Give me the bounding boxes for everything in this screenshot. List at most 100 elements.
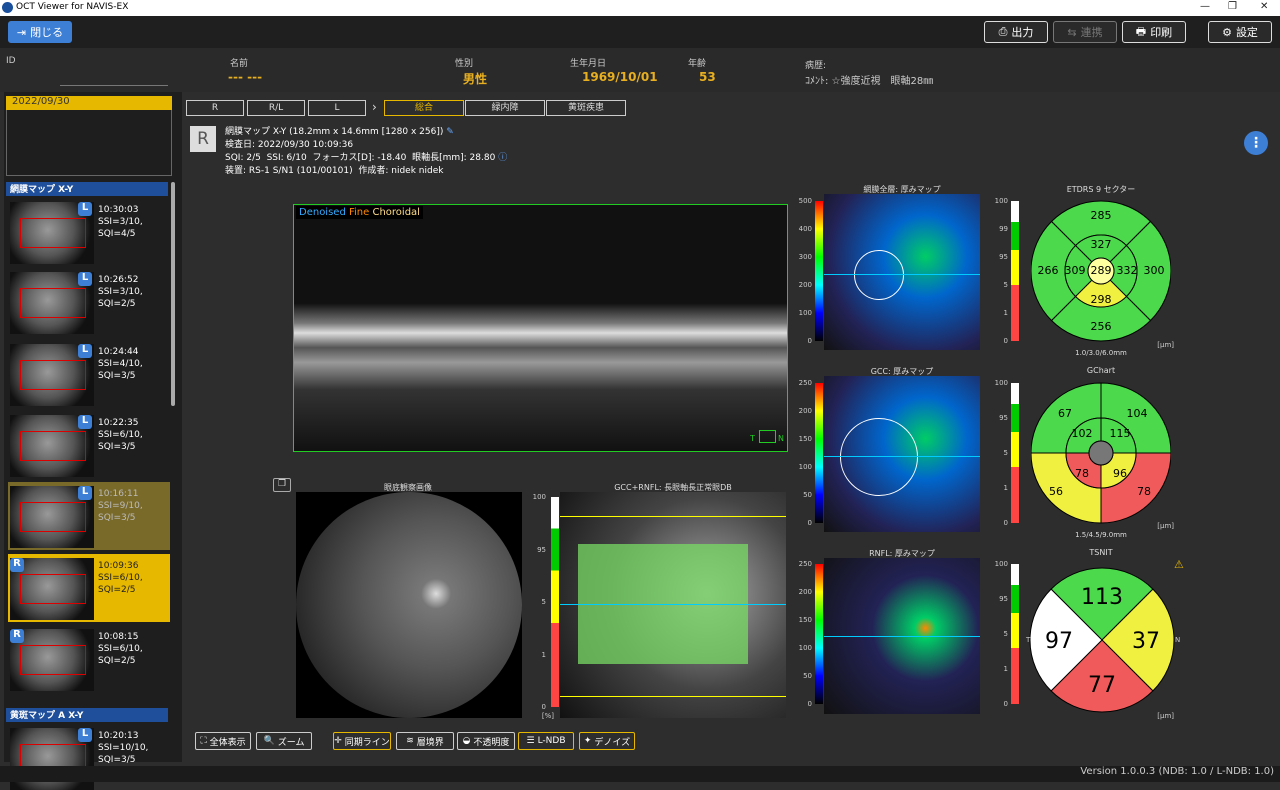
sidebar-scrollbar[interactable] xyxy=(171,182,175,406)
thumbnail-ssi: SSI=3/10, xyxy=(98,287,143,297)
gcc-thickness-map[interactable] xyxy=(824,376,980,532)
tab-macula[interactable]: 黄斑疾患 xyxy=(546,100,626,116)
thumbnail-info: 10:20:13 SSI=10/10, SQI=3/5 xyxy=(98,730,148,766)
thumbnail-item[interactable]: R 10:08:15 SSI=6/10, SQI=2/5 xyxy=(8,625,170,693)
bscan-mode-label: Denoised Fine Choroidal xyxy=(296,206,423,219)
sector-value: 285 xyxy=(1091,209,1112,222)
thumbnail-item[interactable]: L 10:26:52 SSI=3/10, SQI=2/5 xyxy=(8,268,170,336)
export-icon: ⎙ xyxy=(998,25,1008,38)
orientation-box-icon xyxy=(759,430,776,443)
rnfl-thickness-map[interactable] xyxy=(824,558,980,714)
sector-value: 67 xyxy=(1058,407,1072,420)
link-button[interactable]: ⇆ 連携 xyxy=(1053,21,1117,43)
thumbnail-item[interactable]: L 10:22:35 SSI=6/10, SQI=3/5 xyxy=(8,411,170,479)
thumbnail-item[interactable]: L 10:20:13 SSI=10/10, SQI=3/5 xyxy=(8,724,170,790)
info-icon[interactable]: ⓘ xyxy=(498,153,507,163)
tick-label: 200 xyxy=(798,588,812,596)
more-options-icon[interactable]: ⋮ xyxy=(1244,131,1268,155)
opacity-button[interactable]: ◒ 不透明度 xyxy=(457,732,515,750)
sector-value: 256 xyxy=(1091,320,1112,333)
expand-icon: ⛶ xyxy=(200,736,207,746)
layer-boundary-button[interactable]: ≋ 層境界 xyxy=(396,732,454,750)
bscan-image[interactable] xyxy=(293,204,788,452)
thumbnail-item[interactable]: L 10:24:44 SSI=4/10, SQI=3/5 xyxy=(8,340,170,408)
full-thickness-map[interactable] xyxy=(824,194,980,350)
gallery-icon[interactable]: ❐ xyxy=(273,478,291,492)
tick-label: 100 xyxy=(798,463,812,471)
sync-line-button[interactable]: ✛ 同期ライン xyxy=(333,732,391,750)
fundus-image[interactable] xyxy=(296,492,522,718)
thumbnail-time: 10:20:13 xyxy=(98,731,139,741)
tab-glaucoma[interactable]: 緑内障 xyxy=(465,100,545,116)
thumbnail-time: 10:09:36 xyxy=(98,561,139,571)
close-window-icon[interactable]: ✕ xyxy=(1260,1,1268,12)
tick-label: 0 xyxy=(807,519,812,527)
rnfl-percentile-bar xyxy=(1011,564,1019,704)
tab-rl[interactable]: R/L xyxy=(247,100,305,116)
thumbnail-time: 10:22:35 xyxy=(98,418,139,428)
tick-label: 100 xyxy=(798,309,812,317)
link-label: 連携 xyxy=(1080,26,1103,39)
thumbnail-time: 10:30:03 xyxy=(98,205,139,215)
thumbnail-info: 10:09:36 SSI=6/10, SQI=2/5 xyxy=(98,560,143,596)
fundus-frame xyxy=(296,492,522,718)
gcc-grid-overlay xyxy=(840,418,918,496)
tab-l[interactable]: L xyxy=(308,100,366,116)
thumbnail-item[interactable]: R 10:09:36 SSI=6/10, SQI=2/5 xyxy=(8,554,170,622)
thumbnail-item[interactable]: L 10:30:03 SSI=3/10, SQI=4/5 xyxy=(8,198,170,266)
tsnit-n-label: N xyxy=(1175,636,1180,644)
tick-label: 300 xyxy=(798,253,812,261)
tick-label: 50 xyxy=(803,672,812,680)
scan-area-box xyxy=(20,574,86,604)
denoise-button[interactable]: ✦ デノイズ xyxy=(579,732,635,750)
minimize-icon[interactable]: — xyxy=(1200,1,1210,12)
sqi-value: SQI: 2/5 xyxy=(225,153,261,163)
tick-label: 50 xyxy=(803,491,812,499)
sector-value: 113 xyxy=(1081,585,1123,610)
close-label: 閉じる xyxy=(30,26,64,39)
close-button[interactable]: ⇥ 閉じる xyxy=(8,21,72,43)
section-header-retina[interactable]: 網膜マップ X-Y xyxy=(6,182,168,196)
id-field[interactable] xyxy=(60,70,168,86)
sector-value: 102 xyxy=(1072,427,1093,440)
tsnit-chart: 113 97 37 77 T N xyxy=(1025,567,1180,713)
thumbnail-info: 10:08:15 SSI=6/10, SQI=2/5 xyxy=(98,631,143,667)
tab-r[interactable]: R xyxy=(186,100,244,116)
tick-label: 0 xyxy=(541,703,546,711)
output-button[interactable]: ⎙ 出力 xyxy=(984,21,1048,43)
zoom-button[interactable]: 🔍 ズーム xyxy=(256,732,312,750)
sector-value: 332 xyxy=(1117,264,1138,277)
printer-icon: 🖶 xyxy=(1135,24,1147,38)
edit-pencil-icon[interactable]: ✎ xyxy=(446,127,454,137)
print-button[interactable]: 🖶 印刷 xyxy=(1122,21,1186,43)
tick-label: 0 xyxy=(1003,700,1008,708)
thumbnail-item[interactable]: L 10:16:11 SSI=9/10, SQI=3/5 xyxy=(8,482,170,550)
lndb-button[interactable]: ☰ L-NDB xyxy=(518,732,574,750)
thumbnail-info: 10:22:35 SSI=6/10, SQI=3/5 xyxy=(98,417,143,453)
settings-label: 設定 xyxy=(1235,26,1258,39)
fullview-label: 全体表示 xyxy=(209,737,246,748)
full-thickness-colorbar xyxy=(815,201,823,341)
restore-icon[interactable]: ❐ xyxy=(1228,1,1237,12)
tick-label: 250 xyxy=(798,379,812,387)
tick-label: 0 xyxy=(807,700,812,708)
thumbnail-sqi: SQI=2/5 xyxy=(98,299,136,309)
section-header-macula[interactable]: 黄斑マップ A X-Y xyxy=(6,708,168,722)
settings-button[interactable]: ⚙ 設定 xyxy=(1208,21,1272,43)
tick-label: 1 xyxy=(541,650,546,659)
fullview-button[interactable]: ⛶ 全体表示 xyxy=(195,732,251,750)
sector-value: 266 xyxy=(1038,264,1059,277)
eye-badge: L xyxy=(78,728,92,742)
tick-label: 1 xyxy=(1003,309,1008,317)
status-bar: Version 1.0.0.3 (NDB: 1.0 / L-NDB: 1.0) xyxy=(0,766,1280,782)
tab-summary[interactable]: 総合 xyxy=(384,100,464,116)
etdrs-unit: [μm] xyxy=(1157,341,1174,349)
mode-fine: Fine xyxy=(348,207,370,218)
link-icon: ⇆ xyxy=(1067,25,1077,39)
date-item[interactable]: 2022/09/30 xyxy=(6,96,172,110)
sector-value: 300 xyxy=(1144,264,1165,277)
sex-label: 性別 xyxy=(455,59,474,69)
opacity-icon: ◒ xyxy=(462,736,471,746)
denoise-label: デノイズ xyxy=(594,737,631,748)
gcc-rnfl-image[interactable] xyxy=(560,492,786,718)
